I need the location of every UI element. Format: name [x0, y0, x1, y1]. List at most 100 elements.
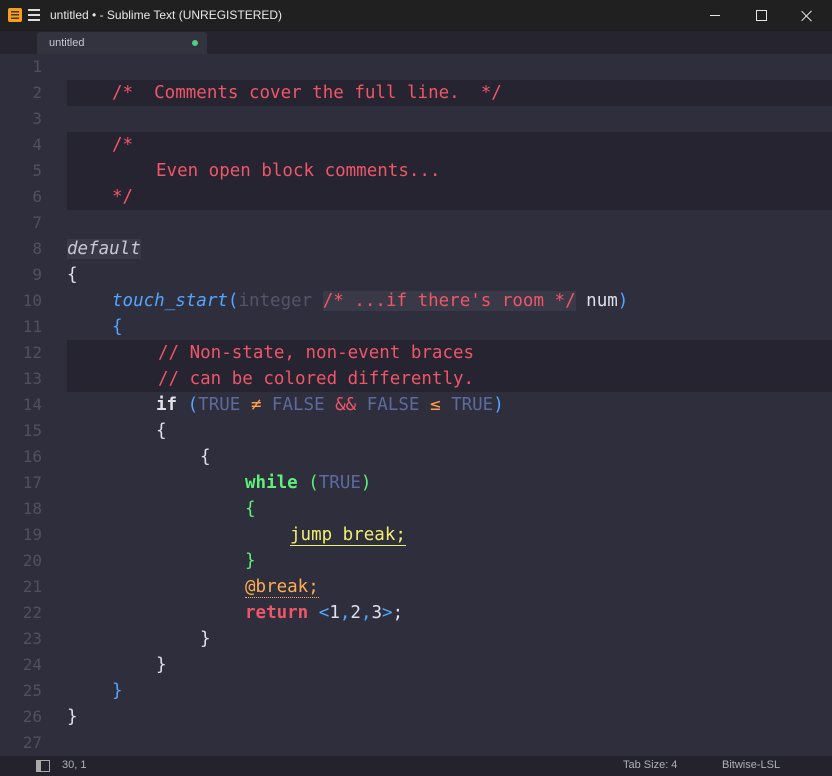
tab-untitled[interactable]: untitled: [37, 32, 207, 54]
line-number: 16: [22, 447, 42, 466]
tab-bar: untitled: [0, 31, 832, 54]
comment-token: // Non-state, non-event braces: [158, 343, 475, 363]
line-number: 25: [22, 681, 42, 700]
code-editor[interactable]: 1 2 3 4 5 6 7 8 9 10 11 12 13 14 15 16 1…: [0, 54, 832, 756]
paren-token: (: [308, 473, 319, 493]
code-line-20: }: [245, 548, 256, 574]
line-number: 4: [32, 135, 42, 154]
code-line-2: /* Comments cover the full line. */: [112, 80, 502, 106]
operator-token: ≤: [419, 395, 452, 415]
number-token: 3: [371, 603, 383, 623]
line-number: 26: [22, 707, 42, 726]
param-token: num: [575, 291, 618, 311]
line-number: 24: [22, 655, 42, 674]
line-number: 23: [22, 629, 42, 648]
code-line-19: jump break;: [290, 522, 406, 548]
code-line-8: default: [67, 236, 141, 262]
constant-token: TRUE: [451, 395, 494, 415]
constant-token: FALSE: [271, 395, 325, 415]
code-line-12: // Non-state, non-event braces: [158, 340, 474, 366]
vector-bracket: <: [318, 603, 330, 623]
brace-token: {: [245, 499, 256, 519]
code-line-21: @break;: [245, 574, 319, 600]
code-line-24: }: [156, 652, 167, 678]
hamburger-menu-icon[interactable]: [28, 8, 40, 22]
line-number: 19: [22, 525, 42, 544]
code-line-15: {: [156, 418, 167, 444]
code-line-4: /*: [112, 132, 133, 158]
line-number: 21: [22, 577, 42, 596]
status-bar: 30, 1 Tab Size: 4 Bitwise-LSL: [0, 756, 832, 776]
code-line-13: // can be colored differently.: [158, 366, 474, 392]
close-icon: [801, 10, 813, 22]
line-number: 1: [32, 57, 42, 76]
code-line-25: }: [112, 678, 123, 704]
line-number: 5: [32, 161, 42, 180]
line-number: 3: [32, 109, 42, 128]
code-line-14: if (TRUE ≠ FALSE && FALSE ≤ TRUE): [156, 392, 504, 418]
comment-token: /* Comments cover the full line. */: [112, 83, 502, 103]
paren-token: ): [617, 291, 629, 311]
line-number: 14: [22, 395, 42, 414]
line-number: 12: [22, 343, 42, 362]
type-token: integer: [238, 291, 323, 311]
line-number: 8: [32, 239, 42, 258]
line-number: 9: [32, 265, 42, 284]
brace-token: {: [67, 265, 78, 285]
maximize-icon: [755, 10, 767, 21]
line-number: 7: [32, 213, 42, 232]
number-token: 2: [350, 603, 361, 623]
label-token: @break;: [245, 577, 319, 598]
brace-token: }: [156, 655, 167, 675]
comment-token: Even open block comments...: [156, 161, 441, 181]
brace-token: }: [67, 707, 78, 727]
sublime-text-icon: [8, 8, 22, 22]
unsaved-dot-icon[interactable]: [192, 40, 198, 46]
constant-token: FALSE: [366, 395, 420, 415]
syntax-selector[interactable]: Bitwise-LSL: [722, 759, 780, 771]
close-button[interactable]: [784, 0, 830, 31]
code-line-5: Even open block comments...: [156, 158, 440, 184]
line-number: 20: [22, 551, 42, 570]
constant-token: TRUE: [198, 395, 241, 415]
line-number: 22: [22, 603, 42, 622]
line-number: 2: [32, 83, 42, 102]
code-line-18: {: [245, 496, 256, 522]
operator-token: &&: [324, 395, 367, 415]
keyword-return: return: [245, 603, 319, 623]
sublime-text-window: untitled • - Sublime Text (UNREGISTERED)…: [0, 0, 832, 776]
keyword-while: while: [245, 473, 309, 493]
line-number: 6: [32, 187, 42, 206]
code-line-11: {: [112, 314, 123, 340]
maximize-button[interactable]: [738, 0, 784, 31]
comment-token: /*: [112, 135, 134, 155]
code-line-22: return <1,2,3>;: [245, 600, 403, 626]
paren-token: ): [360, 473, 372, 493]
paren-token: (: [187, 395, 199, 415]
line-number: 18: [22, 499, 42, 518]
brace-token: {: [112, 317, 123, 337]
brace-token: {: [156, 421, 167, 441]
comma-token: ,: [360, 603, 372, 623]
side-panel-toggle-icon[interactable]: [36, 760, 50, 772]
state-keyword: default: [67, 239, 141, 259]
comment-token: */: [112, 187, 134, 207]
brace-token: }: [112, 681, 123, 701]
code-line-6: */: [112, 184, 133, 210]
keyword-if: if: [156, 395, 188, 415]
line-number: 13: [22, 369, 42, 388]
code-line-10: touch_start(integer /* ...if there's roo…: [112, 288, 628, 314]
number-token: 1: [329, 603, 340, 623]
comma-token: ,: [339, 603, 351, 623]
semicolon-token: ;: [392, 603, 404, 623]
jump-statement: jump break;: [290, 525, 406, 546]
tab-size-selector[interactable]: Tab Size: 4: [623, 759, 677, 771]
paren-token: (: [227, 291, 239, 311]
code-line-16: {: [200, 444, 211, 470]
line-number: 10: [22, 291, 42, 310]
line-number: 11: [22, 317, 42, 336]
operator-token: ≠: [240, 395, 272, 415]
code-line-17: while (TRUE): [245, 470, 371, 496]
code-line-26: }: [67, 704, 78, 730]
minimize-button[interactable]: [692, 0, 738, 31]
